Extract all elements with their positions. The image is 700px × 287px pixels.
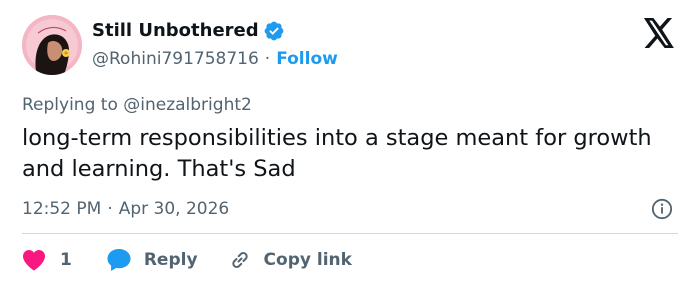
info-icon[interactable] [651, 198, 673, 220]
tweet-text: long-term responsibilities into a stage … [22, 125, 652, 182]
tweet-timestamp[interactable]: 12:52 PM · Apr 30, 2026 [22, 197, 229, 221]
action-bar: 1 Reply Copy link [22, 247, 352, 273]
replying-to-prefix: Replying to [22, 95, 118, 115]
replying-to: Replying to @inezalbright2 [22, 93, 252, 117]
reply-label: Reply [143, 250, 198, 270]
speech-bubble-icon [107, 249, 131, 271]
avatar[interactable] [22, 15, 82, 75]
tweet-card: Still Unbothered @Rohini791758716 · Foll… [0, 0, 700, 287]
heart-icon [23, 250, 45, 271]
follow-button[interactable]: Follow [276, 47, 338, 71]
separator-dot: · [264, 49, 271, 69]
avatar-image [22, 15, 82, 75]
reply-button[interactable]: Reply [106, 248, 198, 272]
author-handle-row: @Rohini791758716 · Follow [92, 47, 338, 71]
tweet-date: Apr 30, 2026 [118, 199, 230, 219]
copy-link-label: Copy link [263, 250, 352, 270]
author-name-row: Still Unbothered [92, 19, 285, 43]
separator-dot: · [107, 199, 113, 219]
author-handle[interactable]: @Rohini791758716 [92, 47, 259, 71]
link-icon [231, 252, 248, 268]
tweet-time: 12:52 PM [22, 199, 102, 219]
x-logo-icon[interactable] [642, 18, 676, 48]
copy-link-button[interactable]: Copy link [228, 248, 352, 272]
replying-to-handle[interactable]: @inezalbright2 [123, 95, 252, 115]
like-count: 1 [60, 250, 72, 270]
like-button[interactable]: 1 [22, 249, 72, 271]
verified-badge-icon [263, 20, 285, 42]
divider [22, 233, 678, 234]
display-name[interactable]: Still Unbothered [92, 19, 259, 43]
